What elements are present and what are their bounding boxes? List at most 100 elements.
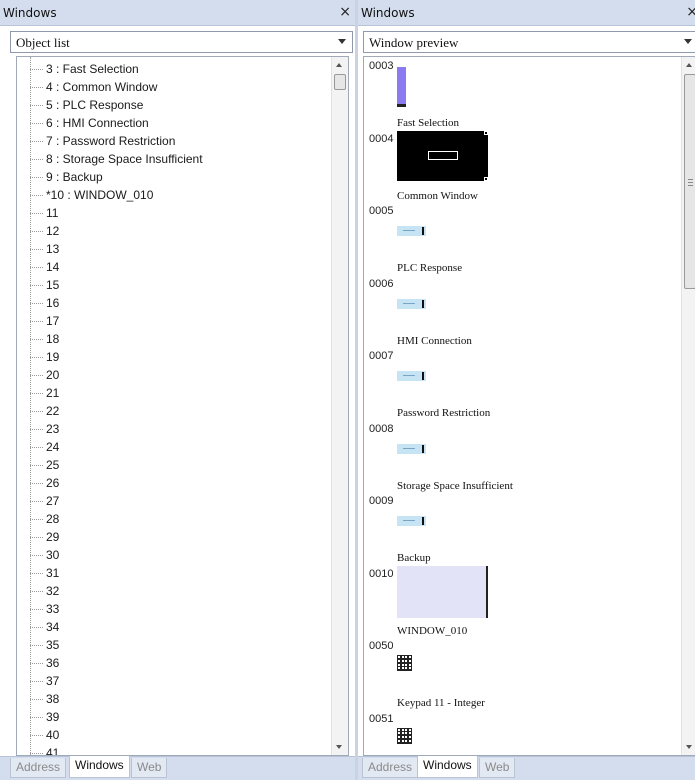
- tree-item[interactable]: 7 : Password Restriction: [17, 132, 331, 150]
- preview-entry[interactable]: 0004 Common Window: [364, 130, 664, 202]
- tree-item-label: 30: [46, 548, 60, 562]
- close-icon[interactable]: ×: [339, 4, 351, 20]
- tree-connector: [30, 87, 43, 88]
- tab-web[interactable]: Web: [479, 758, 516, 778]
- preview-scrollbar[interactable]: [681, 57, 695, 755]
- tree-item-label: 13: [46, 242, 60, 256]
- tree-item[interactable]: 15: [17, 276, 331, 294]
- tree-item[interactable]: 20: [17, 366, 331, 384]
- tree-item[interactable]: 41: [17, 744, 331, 755]
- scroll-up-icon[interactable]: [336, 63, 342, 67]
- tree-item[interactable]: 26: [17, 474, 331, 492]
- tree-item-label: 14: [46, 260, 60, 274]
- window-name: WINDOW_010: [397, 624, 468, 637]
- preview-entry[interactable]: 0007 Password Restriction: [364, 347, 664, 419]
- preview-entry[interactable]: 0005 PLC Response: [364, 202, 664, 274]
- window-name: HMI Connection: [397, 334, 472, 347]
- tree-item[interactable]: 11: [17, 204, 331, 222]
- tree-item[interactable]: 16: [17, 294, 331, 312]
- tree-item[interactable]: 38: [17, 690, 331, 708]
- window-number: 0009: [369, 495, 394, 507]
- tree-item[interactable]: 32: [17, 582, 331, 600]
- tree-item[interactable]: 40: [17, 726, 331, 744]
- tree-connector: [30, 501, 43, 502]
- tree-connector: [30, 465, 43, 466]
- tree-item-label: 17: [46, 314, 60, 328]
- window-number: 0003: [369, 60, 394, 72]
- windows-panel-right: Windows × Window preview 0003 Fast Select…: [358, 0, 695, 780]
- view-mode-dropdown[interactable]: Object list: [10, 31, 353, 53]
- object-list-scrollbar[interactable]: [331, 57, 348, 755]
- tree-item[interactable]: 4 : Common Window: [17, 78, 331, 96]
- preview-entry[interactable]: 0009 Backup: [364, 492, 664, 564]
- tree-item[interactable]: 19: [17, 348, 331, 366]
- object-list[interactable]: 3 : Fast Selection 4 : Common Window 5 : P…: [16, 56, 349, 756]
- tree-item[interactable]: 5 : PLC Response: [17, 96, 331, 114]
- tree-item[interactable]: 27: [17, 492, 331, 510]
- window-preview-list[interactable]: 0003 Fast Selection 0004 Common Window 0005 P…: [363, 56, 695, 756]
- dialog-thumbnail: [397, 516, 426, 526]
- tree-connector: [30, 267, 43, 268]
- dialog-thumbnail: [397, 371, 426, 381]
- tab-address[interactable]: Address: [362, 758, 419, 778]
- tab-windows[interactable]: Windows: [69, 756, 130, 778]
- tree-connector: [30, 195, 43, 196]
- tree-item[interactable]: *10 : WINDOW_010: [17, 186, 331, 204]
- scrollbar-thumb[interactable]: [684, 74, 695, 289]
- close-icon[interactable]: ×: [686, 4, 695, 20]
- tree-item[interactable]: 34: [17, 618, 331, 636]
- tree-item[interactable]: 23: [17, 420, 331, 438]
- tree-item[interactable]: 37: [17, 672, 331, 690]
- panel-title: Windows: [3, 6, 57, 20]
- preview-entry[interactable]: 0010 WINDOW_010: [364, 565, 664, 637]
- tree-item[interactable]: 31: [17, 564, 331, 582]
- tab-address[interactable]: Address: [10, 758, 67, 778]
- tree-item[interactable]: 28: [17, 510, 331, 528]
- preview-entry[interactable]: 0051: [364, 710, 664, 756]
- tree-item[interactable]: 14: [17, 258, 331, 276]
- preview-entry[interactable]: 0003 Fast Selection: [364, 57, 664, 129]
- tree-item[interactable]: 3 : Fast Selection: [17, 60, 331, 78]
- tree-connector: [30, 681, 43, 682]
- tree-item[interactable]: 39: [17, 708, 331, 726]
- tree-connector: [30, 339, 43, 340]
- tree-connector: [30, 645, 43, 646]
- tree-item-label: 22: [46, 404, 60, 418]
- tree-item[interactable]: 33: [17, 600, 331, 618]
- tree-item[interactable]: 24: [17, 438, 331, 456]
- tree-item[interactable]: 17: [17, 312, 331, 330]
- chevron-down-icon[interactable]: [338, 39, 346, 44]
- view-mode-dropdown[interactable]: Window preview: [363, 31, 695, 53]
- tree-item[interactable]: 12: [17, 222, 331, 240]
- window-name: Keypad 11 - Integer: [397, 697, 485, 709]
- tree-item[interactable]: 29: [17, 528, 331, 546]
- tree-item-label: 34: [46, 620, 60, 634]
- preview-entry[interactable]: 0050 Keypad 11 - Integer: [364, 637, 664, 709]
- windows-panel-left: Windows × Object list 3 : Fast Selection…: [0, 0, 355, 780]
- tree-item[interactable]: 36: [17, 654, 331, 672]
- tab-web[interactable]: Web: [131, 758, 168, 778]
- tree-item[interactable]: 18: [17, 330, 331, 348]
- window-number: 0050: [369, 640, 394, 652]
- tree-item[interactable]: 8 : Storage Space Insufficient: [17, 150, 331, 168]
- scroll-up-icon[interactable]: [686, 63, 692, 67]
- tree-item[interactable]: 6 : HMI Connection: [17, 114, 331, 132]
- tree-connector: [30, 555, 43, 556]
- tree-item[interactable]: 22: [17, 402, 331, 420]
- preview-entry[interactable]: 0006 HMI Connection: [364, 275, 664, 347]
- tree-connector: [30, 123, 43, 124]
- tree-item[interactable]: 9 : Backup: [17, 168, 331, 186]
- tab-windows[interactable]: Windows: [417, 756, 478, 778]
- window-name: Password Restriction: [397, 407, 491, 419]
- scrollbar-thumb[interactable]: [334, 74, 346, 90]
- scroll-down-icon[interactable]: [686, 745, 692, 749]
- dropdown-value: Window preview: [369, 35, 459, 50]
- chevron-down-icon[interactable]: [684, 39, 692, 44]
- tree-item[interactable]: 13: [17, 240, 331, 258]
- tree-item[interactable]: 30: [17, 546, 331, 564]
- tree-item[interactable]: 25: [17, 456, 331, 474]
- tree-item[interactable]: 21: [17, 384, 331, 402]
- tree-item[interactable]: 35: [17, 636, 331, 654]
- scroll-down-icon[interactable]: [336, 745, 342, 749]
- preview-entry[interactable]: 0008 Storage Space Insufficient: [364, 420, 664, 492]
